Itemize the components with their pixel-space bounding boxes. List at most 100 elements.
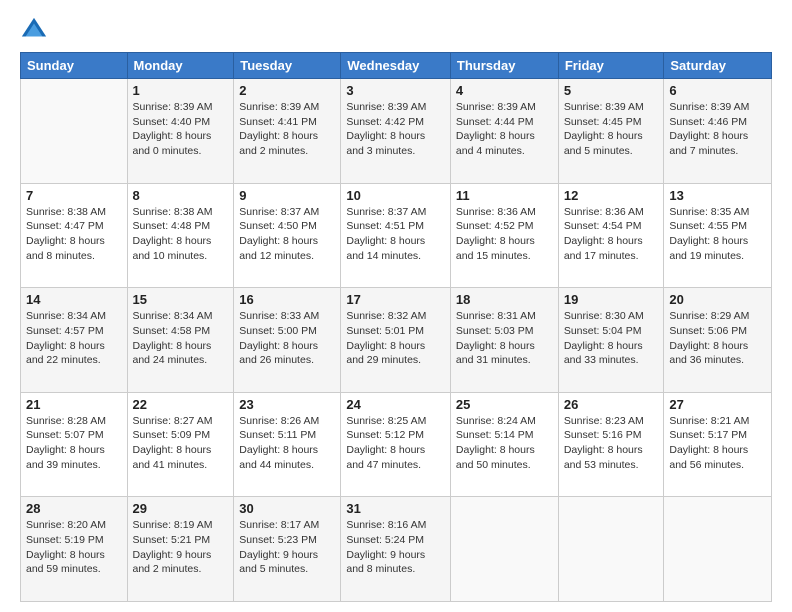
calendar-cell (450, 497, 558, 602)
day-info: Sunrise: 8:34 AM Sunset: 4:58 PM Dayligh… (133, 309, 229, 368)
day-number: 20 (669, 292, 766, 307)
day-info: Sunrise: 8:19 AM Sunset: 5:21 PM Dayligh… (133, 518, 229, 577)
day-number: 23 (239, 397, 335, 412)
day-number: 6 (669, 83, 766, 98)
calendar-cell: 25Sunrise: 8:24 AM Sunset: 5:14 PM Dayli… (450, 392, 558, 497)
day-info: Sunrise: 8:23 AM Sunset: 5:16 PM Dayligh… (564, 414, 659, 473)
calendar-header-row: SundayMondayTuesdayWednesdayThursdayFrid… (21, 53, 772, 79)
calendar-cell: 18Sunrise: 8:31 AM Sunset: 5:03 PM Dayli… (450, 288, 558, 393)
day-number: 3 (346, 83, 445, 98)
day-info: Sunrise: 8:35 AM Sunset: 4:55 PM Dayligh… (669, 205, 766, 264)
day-number: 15 (133, 292, 229, 307)
calendar-col-monday: Monday (127, 53, 234, 79)
calendar-cell: 26 Sunrise: 8:23 AM Sunset: 5:16 PM Dayli… (558, 392, 664, 497)
day-info: Sunrise: 8:27 AM Sunset: 5:09 PM Dayligh… (133, 414, 229, 473)
calendar-cell: 16Sunrise: 8:33 AM Sunset: 5:00 PM Dayli… (234, 288, 341, 393)
calendar-col-friday: Friday (558, 53, 664, 79)
logo-icon (20, 16, 48, 44)
day-number: 14 (26, 292, 122, 307)
day-info: Sunrise: 8:26 AM Sunset: 5:11 PM Dayligh… (239, 414, 335, 473)
day-number: 13 (669, 188, 766, 203)
day-number: 8 (133, 188, 229, 203)
calendar-cell: 17Sunrise: 8:32 AM Sunset: 5:01 PM Dayli… (341, 288, 451, 393)
calendar-cell: 8 Sunrise: 8:38 AM Sunset: 4:48 PM Daylig… (127, 183, 234, 288)
day-info: Sunrise: 8:39 AM Sunset: 4:42 PM Dayligh… (346, 100, 445, 159)
page: SundayMondayTuesdayWednesdayThursdayFrid… (0, 0, 792, 612)
calendar-cell: 1Sunrise: 8:39 AM Sunset: 4:40 PM Daylig… (127, 79, 234, 184)
day-number: 27 (669, 397, 766, 412)
calendar-cell: 10Sunrise: 8:37 AM Sunset: 4:51 PM Dayli… (341, 183, 451, 288)
day-info: Sunrise: 8:32 AM Sunset: 5:01 PM Dayligh… (346, 309, 445, 368)
day-number: 22 (133, 397, 229, 412)
day-number: 21 (26, 397, 122, 412)
calendar-cell: 4 Sunrise: 8:39 AM Sunset: 4:44 PM Daylig… (450, 79, 558, 184)
day-info: Sunrise: 8:29 AM Sunset: 5:06 PM Dayligh… (669, 309, 766, 368)
calendar-week-row: 21 Sunrise: 8:28 AM Sunset: 5:07 PM Dayli… (21, 392, 772, 497)
day-info: Sunrise: 8:16 AM Sunset: 5:24 PM Dayligh… (346, 518, 445, 577)
day-info: Sunrise: 8:21 AM Sunset: 5:17 PM Dayligh… (669, 414, 766, 473)
calendar-col-saturday: Saturday (664, 53, 772, 79)
day-info: Sunrise: 8:30 AM Sunset: 5:04 PM Dayligh… (564, 309, 659, 368)
day-number: 28 (26, 501, 122, 516)
day-info: Sunrise: 8:37 AM Sunset: 4:51 PM Dayligh… (346, 205, 445, 264)
calendar-col-wednesday: Wednesday (341, 53, 451, 79)
day-info: Sunrise: 8:37 AM Sunset: 4:50 PM Dayligh… (239, 205, 335, 264)
day-number: 1 (133, 83, 229, 98)
calendar-cell: 27 Sunrise: 8:21 AM Sunset: 5:17 PM Dayli… (664, 392, 772, 497)
day-info: Sunrise: 8:24 AM Sunset: 5:14 PM Dayligh… (456, 414, 553, 473)
day-info: Sunrise: 8:39 AM Sunset: 4:41 PM Dayligh… (239, 100, 335, 159)
calendar-table: SundayMondayTuesdayWednesdayThursdayFrid… (20, 52, 772, 602)
day-info: Sunrise: 8:39 AM Sunset: 4:46 PM Dayligh… (669, 100, 766, 159)
calendar-cell: 28Sunrise: 8:20 AM Sunset: 5:19 PM Dayli… (21, 497, 128, 602)
calendar-cell: 19 Sunrise: 8:30 AM Sunset: 5:04 PM Dayli… (558, 288, 664, 393)
day-info: Sunrise: 8:36 AM Sunset: 4:54 PM Dayligh… (564, 205, 659, 264)
calendar-week-row: 7Sunrise: 8:38 AM Sunset: 4:47 PM Daylig… (21, 183, 772, 288)
calendar-cell: 20 Sunrise: 8:29 AM Sunset: 5:06 PM Dayli… (664, 288, 772, 393)
day-info: Sunrise: 8:31 AM Sunset: 5:03 PM Dayligh… (456, 309, 553, 368)
day-number: 9 (239, 188, 335, 203)
day-info: Sunrise: 8:36 AM Sunset: 4:52 PM Dayligh… (456, 205, 553, 264)
header (20, 16, 772, 44)
calendar-cell: 6 Sunrise: 8:39 AM Sunset: 4:46 PM Daylig… (664, 79, 772, 184)
day-number: 7 (26, 188, 122, 203)
calendar-col-sunday: Sunday (21, 53, 128, 79)
calendar-week-row: 14 Sunrise: 8:34 AM Sunset: 4:57 PM Dayli… (21, 288, 772, 393)
calendar-cell (558, 497, 664, 602)
day-number: 19 (564, 292, 659, 307)
calendar-cell: 14 Sunrise: 8:34 AM Sunset: 4:57 PM Dayli… (21, 288, 128, 393)
calendar-cell: 24Sunrise: 8:25 AM Sunset: 5:12 PM Dayli… (341, 392, 451, 497)
day-number: 29 (133, 501, 229, 516)
calendar-cell: 2Sunrise: 8:39 AM Sunset: 4:41 PM Daylig… (234, 79, 341, 184)
calendar-cell: 21 Sunrise: 8:28 AM Sunset: 5:07 PM Dayli… (21, 392, 128, 497)
day-number: 31 (346, 501, 445, 516)
day-number: 11 (456, 188, 553, 203)
calendar-cell: 7Sunrise: 8:38 AM Sunset: 4:47 PM Daylig… (21, 183, 128, 288)
calendar-cell: 9 Sunrise: 8:37 AM Sunset: 4:50 PM Daylig… (234, 183, 341, 288)
day-number: 26 (564, 397, 659, 412)
day-info: Sunrise: 8:34 AM Sunset: 4:57 PM Dayligh… (26, 309, 122, 368)
day-number: 30 (239, 501, 335, 516)
calendar-week-row: 1Sunrise: 8:39 AM Sunset: 4:40 PM Daylig… (21, 79, 772, 184)
day-info: Sunrise: 8:17 AM Sunset: 5:23 PM Dayligh… (239, 518, 335, 577)
day-info: Sunrise: 8:39 AM Sunset: 4:45 PM Dayligh… (564, 100, 659, 159)
day-number: 16 (239, 292, 335, 307)
calendar-col-tuesday: Tuesday (234, 53, 341, 79)
day-info: Sunrise: 8:39 AM Sunset: 4:44 PM Dayligh… (456, 100, 553, 159)
day-info: Sunrise: 8:38 AM Sunset: 4:48 PM Dayligh… (133, 205, 229, 264)
calendar-cell: 15 Sunrise: 8:34 AM Sunset: 4:58 PM Dayli… (127, 288, 234, 393)
day-number: 5 (564, 83, 659, 98)
calendar-cell: 11 Sunrise: 8:36 AM Sunset: 4:52 PM Dayli… (450, 183, 558, 288)
day-info: Sunrise: 8:25 AM Sunset: 5:12 PM Dayligh… (346, 414, 445, 473)
day-number: 4 (456, 83, 553, 98)
calendar-cell: 3 Sunrise: 8:39 AM Sunset: 4:42 PM Daylig… (341, 79, 451, 184)
calendar-cell: 12 Sunrise: 8:36 AM Sunset: 4:54 PM Dayli… (558, 183, 664, 288)
calendar-cell: 30 Sunrise: 8:17 AM Sunset: 5:23 PM Dayli… (234, 497, 341, 602)
calendar-cell: 31 Sunrise: 8:16 AM Sunset: 5:24 PM Dayli… (341, 497, 451, 602)
calendar-cell (664, 497, 772, 602)
day-number: 12 (564, 188, 659, 203)
calendar-cell: 22 Sunrise: 8:27 AM Sunset: 5:09 PM Dayli… (127, 392, 234, 497)
calendar-col-thursday: Thursday (450, 53, 558, 79)
calendar-cell (21, 79, 128, 184)
logo (20, 16, 52, 44)
day-info: Sunrise: 8:28 AM Sunset: 5:07 PM Dayligh… (26, 414, 122, 473)
